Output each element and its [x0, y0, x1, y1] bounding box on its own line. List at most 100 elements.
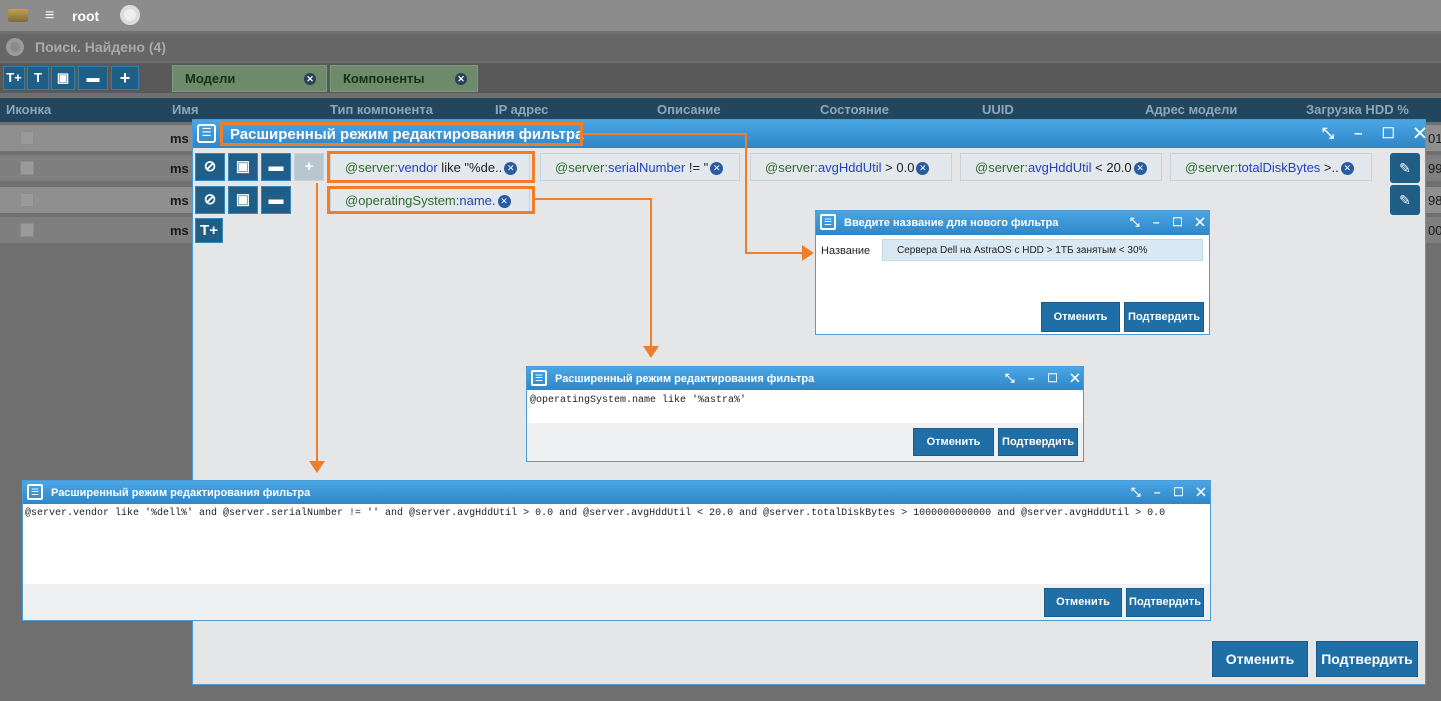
highlight-box — [327, 186, 535, 214]
row-name: ms — [170, 161, 189, 176]
row-name: ms — [170, 131, 189, 146]
column-header[interactable]: UUID — [982, 102, 1014, 117]
cancel-button[interactable]: Отменить — [1044, 588, 1122, 617]
save-icon[interactable]: ▣ — [228, 153, 258, 181]
confirm-button[interactable]: Подтвердить — [998, 428, 1078, 456]
column-header[interactable]: Иконка — [6, 102, 51, 117]
column-header[interactable]: Загрузка HDD % — [1306, 102, 1409, 117]
column-header[interactable]: Имя — [172, 102, 199, 117]
chip-rest: != " — [685, 160, 709, 175]
row-value: 99 — [1428, 161, 1441, 176]
column-header[interactable]: IP адрес — [495, 102, 548, 117]
add-button[interactable]: + — [111, 66, 139, 90]
dialog-footer — [23, 584, 1210, 620]
dialog-title: Расширенный режим редактирования фильтра — [51, 487, 311, 499]
close-icon[interactable]: ✕ — [1133, 162, 1147, 176]
clear-filter-button[interactable]: ⊘ — [195, 186, 225, 214]
close-icon[interactable]: ✕ — [1340, 162, 1354, 176]
tab-label: Модели — [185, 71, 236, 86]
filter-doc-icon: ☰ — [531, 370, 547, 386]
filter-doc-icon: ☰ — [820, 214, 836, 230]
close-icon[interactable]: ✕ — [455, 73, 467, 85]
search-icon — [6, 38, 24, 56]
chip-var: @server: — [765, 160, 818, 175]
user-name[interactable]: root — [72, 8, 99, 24]
window-controls[interactable]: ⤡ – ☐ ✕ — [1130, 215, 1210, 230]
save-icon[interactable]: ▣ — [51, 66, 75, 90]
server-icon — [20, 193, 34, 207]
folder-icon[interactable]: ▬ — [261, 153, 291, 181]
arrow-icon — [643, 346, 659, 358]
filter-chip[interactable]: @server:avgHddUtil < 20.0 ✕ — [960, 153, 1162, 181]
filter-expression[interactable]: @server.vendor like '%dell%' and @server… — [25, 508, 1165, 519]
avatar[interactable] — [120, 5, 140, 25]
server-icon — [20, 161, 34, 175]
tab-models[interactable]: Модели ✕ — [172, 65, 327, 92]
chip-var: @server: — [975, 160, 1028, 175]
connector-line — [316, 183, 318, 461]
window-controls[interactable]: ⤡ – ☐ ✕ — [1322, 125, 1434, 142]
top-bar — [0, 0, 1441, 31]
chip-var: @server: — [555, 160, 608, 175]
filter-expression[interactable]: @operatingSystem.name like '%astra%' — [530, 395, 746, 406]
add-filter-row-button[interactable]: T+ — [195, 218, 223, 243]
chip-key: avgHddUtil — [817, 160, 882, 175]
confirm-button[interactable]: Подтвердить — [1316, 641, 1418, 677]
hamburger-icon[interactable]: ≡ — [45, 8, 54, 24]
column-header[interactable]: Описание — [657, 102, 721, 117]
edit-icon[interactable]: ✎ — [1390, 185, 1420, 215]
cancel-button[interactable]: Отменить — [1212, 641, 1308, 677]
chip-rest: < 20.0 — [1091, 160, 1132, 175]
server-icon — [20, 131, 34, 145]
folder-icon[interactable]: ▬ — [78, 66, 108, 90]
chip-rest: > 0.0 — [881, 160, 915, 175]
column-header[interactable]: Адрес модели — [1145, 102, 1237, 117]
clear-filter-button[interactable]: ⊘ — [195, 153, 225, 181]
connector-line — [583, 133, 746, 135]
arrow-icon — [309, 461, 325, 473]
row-name: ms — [170, 223, 189, 238]
filter-chip[interactable]: @server:totalDiskBytes >.. ✕ — [1170, 153, 1372, 181]
close-icon[interactable]: ✕ — [710, 162, 724, 176]
tab-label: Компоненты — [343, 71, 425, 86]
cancel-button[interactable]: Отменить — [913, 428, 994, 456]
filter-doc-icon: ☰ — [197, 124, 216, 143]
chip-key: totalDiskBytes — [1237, 160, 1321, 175]
filter-chip[interactable]: @server:avgHddUtil > 0.0 ✕ — [750, 153, 952, 181]
connector-line — [650, 198, 652, 346]
confirm-button[interactable]: Подтвердить — [1124, 302, 1204, 332]
confirm-button[interactable]: Подтвердить — [1126, 588, 1204, 617]
app-logo — [8, 9, 28, 22]
row-value: 98 — [1428, 193, 1441, 208]
search-header — [0, 34, 1441, 61]
connector-line — [745, 252, 803, 254]
filter-button[interactable]: Т — [27, 66, 49, 90]
chip-var: @server: — [1185, 160, 1238, 175]
highlight-box — [220, 122, 583, 146]
connector-line — [535, 198, 651, 200]
search-title: Поиск. Найдено (4) — [35, 39, 166, 55]
connector-line — [745, 133, 747, 253]
name-input[interactable]: Сервера Dell на AstraOS с HDD > 1ТБ заня… — [882, 239, 1203, 261]
window-controls[interactable]: ⤡ – ☐ ✕ — [1005, 371, 1085, 386]
column-header[interactable]: Тип компонента — [330, 102, 433, 117]
edit-icon[interactable]: ✎ — [1390, 153, 1420, 183]
arrow-icon — [802, 245, 814, 261]
folder-icon[interactable]: ▬ — [261, 186, 291, 214]
window-controls[interactable]: ⤡ – ☐ ✕ — [1131, 485, 1211, 500]
filter-chip[interactable]: @server:serialNumber != " ✕ — [540, 153, 740, 181]
add-filter-button[interactable]: Т+ — [3, 66, 25, 90]
name-label: Название — [821, 245, 871, 257]
add-condition-button[interactable]: + — [294, 153, 324, 181]
chip-key: serialNumber — [607, 160, 686, 175]
cancel-button[interactable]: Отменить — [1041, 302, 1120, 332]
row-name: ms — [170, 193, 189, 208]
close-icon[interactable]: ✕ — [304, 73, 316, 85]
save-icon[interactable]: ▣ — [228, 186, 258, 214]
chip-rest: >.. — [1320, 160, 1339, 175]
chip-key: avgHddUtil — [1027, 160, 1092, 175]
close-icon[interactable]: ✕ — [916, 162, 930, 176]
column-header[interactable]: Состояние — [820, 102, 889, 117]
tab-components[interactable]: Компоненты ✕ — [330, 65, 478, 92]
row-value: 00 — [1428, 223, 1441, 238]
